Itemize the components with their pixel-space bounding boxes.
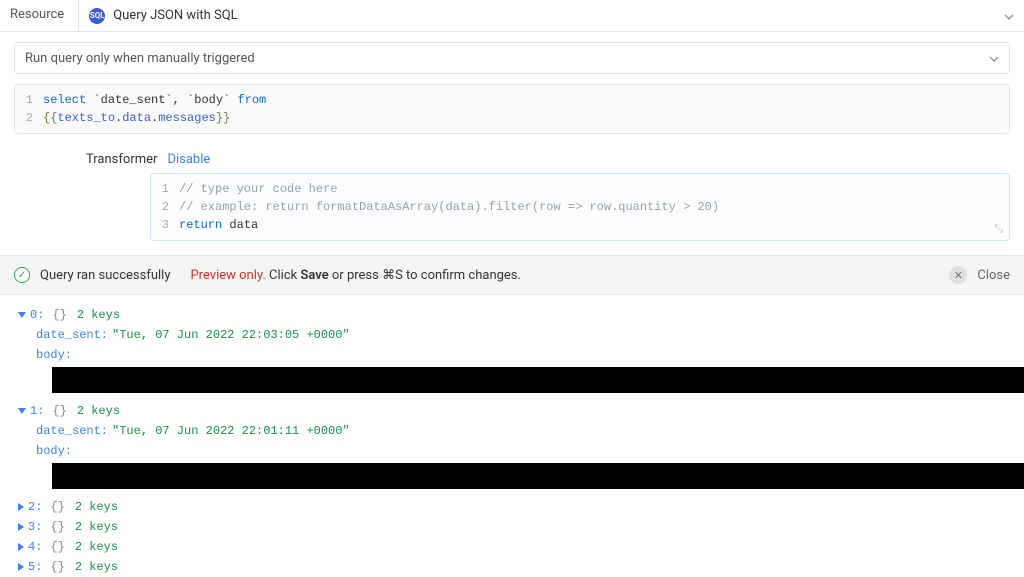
result-index: 0: xyxy=(30,305,44,325)
code-content[interactable]: // type your code here xyxy=(179,180,337,198)
field-value: "Tue, 07 Jun 2022 22:03:05 +0000" xyxy=(112,325,350,345)
result-item-header[interactable]: 1: {} 2 keys xyxy=(18,401,1010,421)
line-number: 1 xyxy=(15,91,43,109)
redacted-body-content xyxy=(52,463,1024,489)
keys-count: 2 keys xyxy=(75,537,118,557)
disclosure-triangle-icon[interactable] xyxy=(18,408,26,414)
result-item-header[interactable]: 5: {} 2 keys xyxy=(18,557,1010,577)
transformer-disable-link[interactable]: Disable xyxy=(167,152,210,167)
result-item-header[interactable]: 4: {} 2 keys xyxy=(18,537,1010,557)
code-line[interactable]: 1select `date_sent`, `body` from xyxy=(15,91,1009,109)
resource-type-select[interactable]: SQL Query JSON with SQL xyxy=(79,0,1024,32)
results-tree: 0: {} 2 keysdate_sent: "Tue, 07 Jun 2022… xyxy=(0,295,1024,577)
success-check-icon: ✓ xyxy=(14,267,30,283)
field-key: date_sent: xyxy=(36,421,108,441)
result-index: 2: xyxy=(28,497,42,517)
sql-editor[interactable]: 1select `date_sent`, `body` from2{{texts… xyxy=(14,84,1010,134)
transformer-editor[interactable]: ⤡ 1// type your code here2// example: re… xyxy=(150,173,1010,241)
braces-icon: {} xyxy=(52,305,66,325)
result-item-header[interactable]: 3: {} 2 keys xyxy=(18,517,1010,537)
code-content[interactable]: {{texts_to.data.messages}} xyxy=(43,109,230,127)
braces-icon: {} xyxy=(50,497,64,517)
code-line[interactable]: 2// example: return formatDataAsArray(da… xyxy=(151,198,1009,216)
field-key: body: xyxy=(36,441,72,461)
resize-icon: ⤡ xyxy=(994,224,1003,236)
transformer-header: Transformer Disable xyxy=(0,144,1024,173)
chevron-down-icon xyxy=(989,53,999,63)
result-index: 4: xyxy=(28,537,42,557)
disclosure-triangle-icon[interactable] xyxy=(18,543,24,551)
braces-icon: {} xyxy=(50,557,64,577)
code-content[interactable]: select `date_sent`, `body` from xyxy=(43,91,266,109)
braces-icon: {} xyxy=(50,517,64,537)
resource-tab[interactable]: Resource xyxy=(0,0,79,32)
result-item-header[interactable]: 0: {} 2 keys xyxy=(18,305,1010,325)
code-line[interactable]: 3return data xyxy=(151,216,1009,234)
disclosure-triangle-icon[interactable] xyxy=(18,503,24,511)
redacted-body-content xyxy=(52,367,1024,393)
keys-count: 2 keys xyxy=(77,401,120,421)
line-number: 3 xyxy=(151,216,179,234)
code-content[interactable]: return data xyxy=(179,216,258,234)
result-index: 3: xyxy=(28,517,42,537)
disclosure-triangle-icon[interactable] xyxy=(18,563,24,571)
code-content[interactable]: // example: return formatDataAsArray(dat… xyxy=(179,198,719,216)
disclosure-triangle-icon[interactable] xyxy=(18,312,26,318)
resource-type-label: Query JSON with SQL xyxy=(113,8,237,23)
run-mode-label: Run query only when manually triggered xyxy=(25,51,255,66)
field-key: date_sent: xyxy=(36,325,108,345)
close-button[interactable]: Close xyxy=(977,268,1010,283)
result-field: date_sent: "Tue, 07 Jun 2022 22:01:11 +0… xyxy=(18,421,1010,441)
line-number: 1 xyxy=(151,180,179,198)
result-field: body: xyxy=(18,345,1010,365)
braces-icon: {} xyxy=(52,401,66,421)
keys-count: 2 keys xyxy=(77,305,120,325)
field-key: body: xyxy=(36,345,72,365)
resource-row: Resource SQL Query JSON with SQL xyxy=(0,0,1024,32)
line-number: 2 xyxy=(151,198,179,216)
keys-count: 2 keys xyxy=(75,497,118,517)
line-number: 2 xyxy=(15,109,43,127)
keys-count: 2 keys xyxy=(75,517,118,537)
status-bar: ✓ Query ran successfully Preview only. C… xyxy=(0,255,1024,295)
code-line[interactable]: 2{{texts_to.data.messages}} xyxy=(15,109,1009,127)
field-value: "Tue, 07 Jun 2022 22:01:11 +0000" xyxy=(112,421,350,441)
result-field: body: xyxy=(18,441,1010,461)
transformer-label: Transformer xyxy=(86,152,157,167)
disclosure-triangle-icon[interactable] xyxy=(18,523,24,531)
code-line[interactable]: 1// type your code here xyxy=(151,180,1009,198)
result-index: 5: xyxy=(28,557,42,577)
result-item-header[interactable]: 2: {} 2 keys xyxy=(18,497,1010,517)
chevron-down-icon xyxy=(1004,11,1014,21)
braces-icon: {} xyxy=(50,537,64,557)
close-icon[interactable]: ✕ xyxy=(949,266,967,284)
keys-count: 2 keys xyxy=(75,557,118,577)
status-success-text: Query ran successfully xyxy=(40,268,170,283)
sql-badge-icon: SQL xyxy=(89,8,105,24)
result-field: date_sent: "Tue, 07 Jun 2022 22:03:05 +0… xyxy=(18,325,1010,345)
run-mode-select[interactable]: Run query only when manually triggered xyxy=(14,42,1010,74)
status-preview-text: Preview only. Click Save or press ⌘S to … xyxy=(190,268,520,283)
result-index: 1: xyxy=(30,401,44,421)
